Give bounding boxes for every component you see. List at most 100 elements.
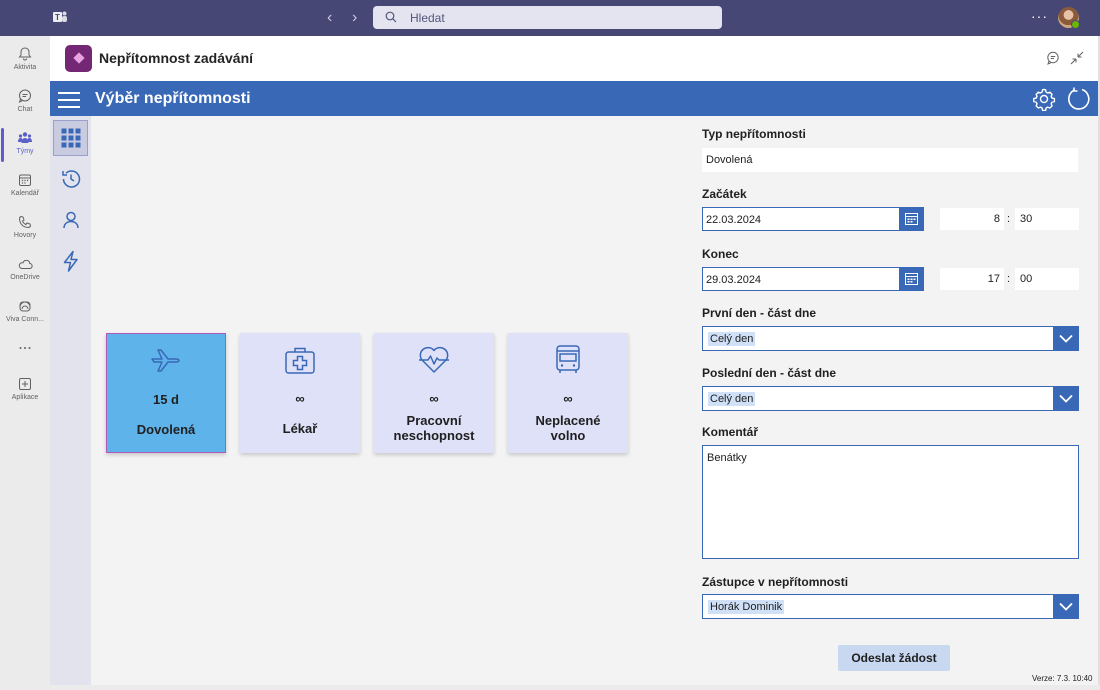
power-apps-icon: [65, 45, 92, 72]
viva-icon: [19, 301, 31, 312]
rail-item-label: Kalendář: [10, 190, 40, 197]
bell-icon: [18, 47, 32, 61]
phone-icon: [18, 215, 32, 229]
tile-value: 15 d: [152, 392, 179, 407]
history-icon: [62, 170, 81, 188]
back-arrow-icon[interactable]: ‹: [327, 10, 332, 26]
rail-item-apps[interactable]: Aplikace: [0, 370, 50, 410]
search-input[interactable]: Hledat: [373, 6, 722, 29]
absence-tile-lekar[interactable]: ∞ Lékař: [240, 333, 360, 453]
gear-icon[interactable]: [1032, 87, 1056, 111]
nav-profile-button[interactable]: [53, 202, 88, 238]
user-avatar[interactable]: [1058, 7, 1080, 29]
rail-item-label: Chat: [17, 106, 33, 113]
rail-item-teams[interactable]: Týmy: [0, 124, 50, 164]
absence-tile-dovolena[interactable]: 15 d Dovolená: [106, 333, 226, 453]
rail-item-label: Aplikace: [11, 394, 39, 401]
refresh-icon[interactable]: [1066, 86, 1092, 112]
more-options-icon[interactable]: ···: [1031, 8, 1048, 24]
teams-app-rail: Aktivita Chat Týmy Kalendář Hovory OneDr…: [0, 36, 50, 690]
end-date-picker-button[interactable]: [899, 267, 924, 291]
rail-item-label: OneDrive: [10, 274, 40, 281]
rail-item-label: Týmy: [16, 148, 34, 155]
submit-request-button[interactable]: Odeslat žádost: [838, 645, 950, 671]
first-day-value: Celý den: [708, 332, 756, 346]
time-separator: :: [1007, 213, 1011, 225]
start-minute-input[interactable]: 30: [1015, 208, 1079, 230]
rail-item-label: Aktivita: [13, 64, 37, 71]
tile-name: Dovolená: [136, 422, 196, 437]
add-app-icon: [19, 378, 31, 390]
nav-history-button[interactable]: [53, 161, 88, 197]
start-hour-input[interactable]: 8: [940, 208, 1004, 230]
collapse-icon[interactable]: [1070, 51, 1084, 65]
nav-tiles-button[interactable]: [53, 120, 88, 156]
chevron-down-icon: [1059, 602, 1073, 611]
chevron-down-icon: [1059, 334, 1073, 343]
end-hour-input[interactable]: 17: [940, 268, 1004, 290]
rail-item-chat[interactable]: Chat: [0, 82, 50, 122]
medical-kit-icon: [285, 347, 315, 374]
time-separator: :: [1007, 273, 1011, 285]
type-label: Typ nepřítomnosti: [702, 127, 806, 141]
tile-name-line1: Pracovní: [406, 413, 462, 428]
search-placeholder: Hledat: [410, 11, 445, 25]
end-minute-input[interactable]: 00: [1015, 268, 1079, 290]
nav-quick-button[interactable]: [53, 243, 88, 279]
dropdown-button[interactable]: [1053, 594, 1079, 619]
main-content: 15 d Dovolená ∞ Lékař ∞ Pracovní neschop…: [50, 116, 1098, 685]
end-date-input[interactable]: 29.03.2024: [702, 267, 924, 291]
version-label: Verze: 7.3. 10:40: [1032, 674, 1093, 683]
calendar-icon: [905, 273, 918, 285]
end-label: Konec: [702, 247, 739, 261]
conversation-icon[interactable]: [1046, 51, 1060, 65]
cloud-icon: [18, 259, 33, 269]
tile-name: Lékař: [282, 421, 318, 436]
svg-text:T: T: [55, 13, 60, 22]
dropdown-button[interactable]: [1053, 386, 1079, 411]
calendar-icon: [19, 174, 31, 186]
last-day-dropdown[interactable]: Celý den: [702, 386, 1079, 411]
dropdown-button[interactable]: [1053, 326, 1079, 351]
rail-item-more[interactable]: [0, 334, 50, 374]
rail-item-calls[interactable]: Hovory: [0, 208, 50, 248]
rail-item-label: Viva Conn...: [5, 316, 44, 323]
last-day-label: Poslední den - část dne: [702, 366, 837, 380]
search-icon: [385, 11, 397, 23]
substitute-label: Zástupce v nepřítomnosti: [702, 575, 849, 589]
last-day-value: Celý den: [708, 392, 756, 406]
calendar-icon: [905, 213, 918, 225]
tile-value: ∞: [563, 391, 573, 406]
first-day-label: První den - část dne: [702, 306, 817, 320]
app-header: Nepřítomnost zadávání: [50, 36, 1100, 81]
substitute-dropdown[interactable]: Horák Dominik: [702, 594, 1079, 619]
start-date-input[interactable]: 22.03.2024: [702, 207, 924, 231]
lightning-icon: [63, 250, 78, 272]
rail-item-calendar[interactable]: Kalendář: [0, 166, 50, 206]
tile-name-line2: volno: [550, 428, 586, 443]
start-date-picker-button[interactable]: [899, 207, 924, 231]
type-field: Dovolená: [702, 148, 1078, 172]
end-date-value: 29.03.2024: [706, 274, 762, 286]
absence-tile-pracovni-neschopnost[interactable]: ∞ Pracovní neschopnost: [374, 333, 494, 453]
start-label: Začátek: [702, 187, 747, 201]
first-day-dropdown[interactable]: Celý den: [702, 326, 1079, 351]
app-title: Nepřítomnost zadávání: [99, 50, 254, 66]
hamburger-menu-icon[interactable]: [58, 92, 80, 113]
teams-icon: [18, 132, 32, 143]
rail-item-activity[interactable]: Aktivita: [0, 40, 50, 80]
window-edge: [50, 685, 1100, 690]
start-date-value: 22.03.2024: [706, 214, 762, 226]
teams-logo-icon: T: [53, 11, 67, 22]
person-icon: [63, 211, 79, 229]
chevron-down-icon: [1059, 394, 1073, 403]
page-title: Výběr nepřítomnosti: [95, 90, 251, 107]
rail-item-viva[interactable]: Viva Conn...: [0, 292, 50, 332]
comment-textarea[interactable]: Benátky: [702, 445, 1079, 559]
rail-item-onedrive[interactable]: OneDrive: [0, 250, 50, 290]
more-icon: [19, 347, 31, 349]
absence-tile-neplacene-volno[interactable]: ∞ Neplacené volno: [508, 333, 628, 453]
forward-arrow-icon[interactable]: ›: [352, 10, 357, 26]
bus-icon: [556, 345, 580, 373]
grid-icon: [61, 128, 81, 148]
